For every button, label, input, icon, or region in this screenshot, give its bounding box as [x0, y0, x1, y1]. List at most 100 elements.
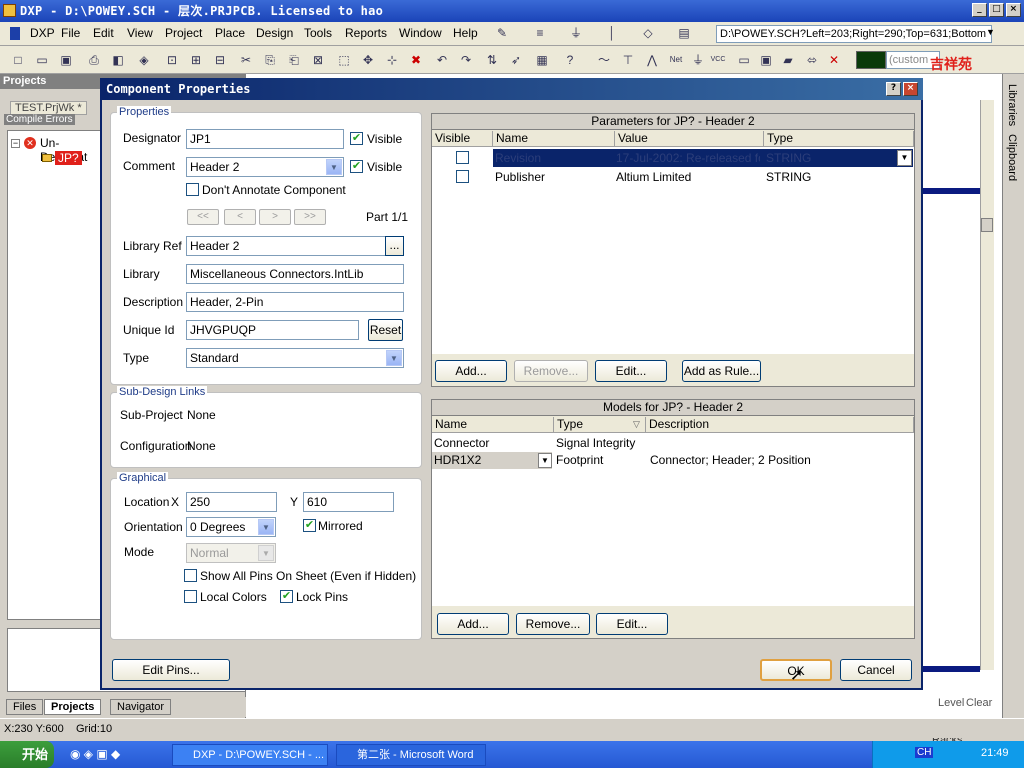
quicklaunch-icons[interactable]: ◉ ◈ ▣ ◆	[70, 747, 120, 761]
next-part-button[interactable]: >	[259, 209, 291, 225]
gnd-icon[interactable]: ⏚	[690, 52, 706, 68]
layers-icon[interactable]: ◈	[136, 52, 152, 68]
scroll-thumb[interactable]	[981, 218, 993, 232]
param-col-value[interactable]: Value	[615, 131, 764, 147]
tab-projects[interactable]: Projects	[44, 699, 102, 715]
designator-visible-checkbox[interactable]: ✔	[350, 132, 363, 145]
chevron-down-icon[interactable]: ▼	[538, 453, 552, 468]
param-col-visible[interactable]: Visible	[432, 131, 493, 147]
model-col-name[interactable]: Name	[432, 417, 554, 433]
model-row[interactable]: Connector Signal Integrity	[432, 435, 914, 452]
comment-visible-checkbox[interactable]: ✔	[350, 160, 363, 173]
project-tree[interactable]: − ✕ Un-Designat JP?	[7, 130, 102, 620]
start-button[interactable]: 开始	[0, 741, 54, 768]
parameter-row[interactable]: Revision 17-Jul-2002: Re-released for DX…	[432, 149, 914, 167]
library-ref-browse-button[interactable]: ...	[385, 236, 404, 256]
select-area-icon[interactable]: ⬚	[336, 52, 352, 68]
wire-tool-icon[interactable]: ✎	[494, 25, 510, 41]
mode-combo[interactable]: Normal ▼	[186, 543, 276, 563]
open-icon[interactable]: ▭	[34, 52, 50, 68]
ime-indicator[interactable]: CH	[915, 747, 934, 758]
sort-icon[interactable]: ▽	[633, 419, 640, 430]
help-icon[interactable]: ?	[562, 52, 578, 68]
param-add-button[interactable]: Add...	[435, 360, 507, 382]
tree-collapse-icon[interactable]: −	[11, 139, 20, 148]
first-part-button[interactable]: <<	[187, 209, 219, 225]
model-name[interactable]: HDR1X2	[434, 452, 534, 468]
maximize-button[interactable]: □	[989, 3, 1004, 17]
save-icon[interactable]: ▣	[58, 52, 74, 68]
port-icon[interactable]: ⬄	[804, 52, 820, 68]
param-col-name[interactable]: Name	[493, 131, 615, 147]
dialog-close-button[interactable]: ×	[903, 82, 918, 96]
menu-dxp[interactable]: DXP	[30, 26, 55, 40]
model-col-description[interactable]: Description	[646, 417, 914, 433]
menu-window[interactable]: Window	[399, 26, 442, 40]
param-type[interactable]: STRING	[766, 169, 876, 185]
cancel-button[interactable]: Cancel	[840, 659, 912, 681]
menu-help[interactable]: Help	[453, 26, 478, 40]
param-value[interactable]: 17-Jul-2002: Re-released for DXP	[616, 150, 760, 166]
designator-input[interactable]: JP1	[186, 129, 344, 149]
chevron-down-icon[interactable]: ▼	[386, 350, 402, 366]
workspace-tab[interactable]: TEST.PrjWk *	[10, 101, 87, 115]
menu-project[interactable]: Project	[165, 26, 202, 40]
undo-icon[interactable]: ↶	[434, 52, 450, 68]
path-dropdown-icon[interactable]: ▼	[986, 27, 995, 37]
menu-view[interactable]: View	[127, 26, 153, 40]
browse-library-icon[interactable]: ▦	[534, 52, 550, 68]
param-visible-checkbox[interactable]	[456, 170, 469, 183]
chevron-down-icon[interactable]: ▼	[326, 159, 342, 175]
param-edit-button[interactable]: Edit...	[595, 360, 667, 382]
color-swatch[interactable]	[856, 51, 886, 69]
preview-icon[interactable]: ◧	[110, 52, 126, 68]
lock-pins-checkbox[interactable]: ✔	[280, 590, 293, 603]
library-ref-input[interactable]: Header 2	[186, 236, 386, 256]
level-label[interactable]: Level	[938, 697, 964, 709]
port-tool-icon[interactable]: ◇	[640, 25, 656, 41]
zoom-selected-icon[interactable]: ⊟	[212, 52, 228, 68]
param-visible-checkbox[interactable]	[456, 151, 469, 164]
description-input[interactable]: Header, 2-Pin	[186, 292, 404, 312]
unique-id-input[interactable]: JHVGPUQP	[186, 320, 359, 340]
wire-icon[interactable]: 〜	[596, 52, 612, 68]
model-add-button[interactable]: Add...	[437, 613, 509, 635]
taskbar-dxp[interactable]: DXP - D:\POWEY.SCH - ...	[172, 744, 328, 766]
bus-icon[interactable]: ⊤	[620, 52, 636, 68]
print-icon[interactable]: ⎙	[86, 52, 102, 68]
dialog-help-button[interactable]: ?	[886, 82, 901, 96]
zoom-fit-icon[interactable]: ⊡	[164, 52, 180, 68]
chevron-down-icon[interactable]: ▼	[258, 545, 274, 561]
copy-icon[interactable]: ⎘	[262, 52, 278, 68]
reset-button[interactable]: Reset	[368, 319, 403, 341]
close-button[interactable]: ×	[1006, 3, 1021, 17]
vcc-icon[interactable]: VCC	[710, 52, 726, 68]
model-edit-button[interactable]: Edit...	[596, 613, 668, 635]
no-erc-icon[interactable]: ✕	[826, 52, 842, 68]
param-value[interactable]: Altium Limited	[616, 169, 760, 185]
cut-icon[interactable]: ✂	[238, 52, 254, 68]
taskbar-word[interactable]: 第二张 - Microsoft Word	[336, 744, 486, 766]
minimize-button[interactable]: _	[972, 3, 987, 17]
prev-part-button[interactable]: <	[224, 209, 256, 225]
library-input[interactable]: Miscellaneous Connectors.IntLib	[186, 264, 404, 284]
select-icon[interactable]: ⊹	[384, 52, 400, 68]
move-icon[interactable]: ✥	[360, 52, 376, 68]
ground-tool-icon[interactable]: ⏚	[568, 25, 584, 41]
sheet-entry-icon[interactable]: ▰	[780, 52, 796, 68]
param-type[interactable]: STRING	[766, 150, 876, 166]
redo-icon[interactable]: ↷	[458, 52, 474, 68]
tab-files[interactable]: Files	[6, 699, 44, 715]
bus-tool-icon[interactable]: ≡	[532, 25, 548, 41]
orientation-combo[interactable]: 0 Degrees ▼	[186, 517, 276, 537]
location-y-input[interactable]: 610	[303, 492, 394, 512]
cross-probe-icon[interactable]: ➶	[508, 52, 524, 68]
menu-edit[interactable]: Edit	[93, 26, 114, 40]
menu-reports[interactable]: Reports	[345, 26, 387, 40]
menu-place[interactable]: Place	[215, 26, 245, 40]
menu-file[interactable]: File	[61, 26, 80, 40]
tree-child-item[interactable]: JP?	[55, 151, 82, 165]
chevron-down-icon[interactable]: ▼	[258, 519, 274, 535]
menu-design[interactable]: Design	[256, 26, 293, 40]
type-combo[interactable]: Standard ▼	[186, 348, 404, 368]
